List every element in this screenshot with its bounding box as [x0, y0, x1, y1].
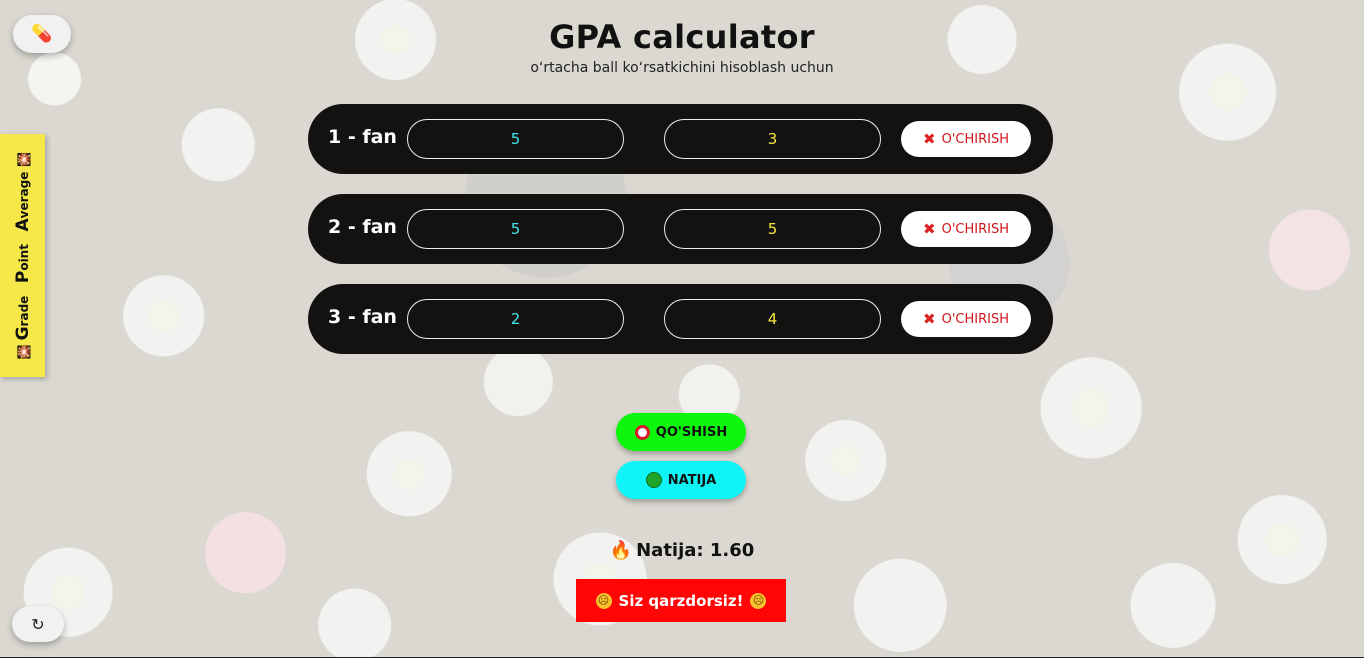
subject-label: 3 - fan — [328, 306, 397, 328]
close-icon: ✖ — [923, 130, 936, 148]
delete-label: O'CHIRISH — [941, 221, 1009, 237]
page-header: GPA calculator oʻrtacha ball koʻrsatkich… — [0, 18, 1364, 76]
delete-button[interactable]: ✖ O'CHIRISH — [901, 211, 1031, 247]
status-text: Siz qarzdorsiz! — [618, 591, 744, 610]
side-word-cap: A — [12, 217, 33, 231]
credit-input[interactable]: 5 — [664, 209, 881, 249]
subject-row: 3 - fan 2 4 ✖ O'CHIRISH — [308, 284, 1053, 354]
credit-input[interactable]: 3 — [664, 119, 881, 159]
credit-input[interactable]: 4 — [664, 299, 881, 339]
page-title: GPA calculator — [549, 18, 815, 56]
delete-label: O'CHIRISH — [941, 311, 1009, 327]
delete-button[interactable]: ✖ O'CHIRISH — [901, 301, 1031, 337]
subject-rows: 1 - fan 5 3 ✖ O'CHIRISH 2 - fan 5 5 ✖ O'… — [308, 104, 1053, 374]
refresh-button[interactable]: ↻ — [12, 606, 64, 642]
result-text: Natija: 1.60 — [636, 540, 755, 561]
page-subtitle: oʻrtacha ball koʻrsatkichini hisoblash u… — [530, 60, 834, 76]
delete-label: O'CHIRISH — [941, 131, 1009, 147]
side-word-rest: oint — [16, 243, 31, 271]
grade-input[interactable]: 5 — [407, 119, 624, 159]
result-display: 🔥 Natija: 1.60 — [0, 540, 1364, 561]
delete-button[interactable]: ✖ O'CHIRISH — [901, 121, 1031, 157]
sparkler-icon: 🎇 — [16, 344, 31, 360]
close-icon: ✖ — [923, 220, 936, 238]
side-word-rest: verage — [16, 171, 31, 218]
result-label: NATIJA — [667, 472, 717, 488]
side-word-cap: G — [12, 325, 33, 340]
sparkler-icon: 🎇 — [16, 151, 31, 167]
status-banner: ☹ Siz qarzdorsiz! ☹ — [576, 579, 786, 622]
result-button[interactable]: NATIJA — [616, 461, 746, 499]
subject-row: 2 - fan 5 5 ✖ O'CHIRISH — [308, 194, 1053, 264]
sad-face-icon: ☹ — [750, 592, 767, 609]
sad-face-icon: ☹ — [595, 592, 612, 609]
refresh-icon: ↻ — [31, 614, 45, 634]
add-label: QO'SHISH — [655, 424, 728, 440]
grade-input[interactable]: 5 — [407, 209, 624, 249]
subject-label: 1 - fan — [328, 126, 397, 148]
fire-icon: 🔥 — [609, 540, 633, 561]
subject-row: 1 - fan 5 3 ✖ O'CHIRISH — [308, 104, 1053, 174]
green-circle-icon — [645, 472, 662, 488]
grade-point-average-tab[interactable]: 🎇 Grade Point Average 🎇 — [0, 134, 45, 377]
grade-input[interactable]: 2 — [407, 299, 624, 339]
ring-icon — [634, 424, 650, 440]
side-word-cap: P — [12, 270, 33, 283]
close-icon: ✖ — [923, 310, 936, 328]
subject-label: 2 - fan — [328, 216, 397, 238]
side-tab-label: 🎇 Grade Point Average 🎇 — [13, 152, 33, 359]
add-button[interactable]: QO'SHISH — [616, 413, 746, 451]
side-word-rest: rade — [16, 295, 31, 326]
